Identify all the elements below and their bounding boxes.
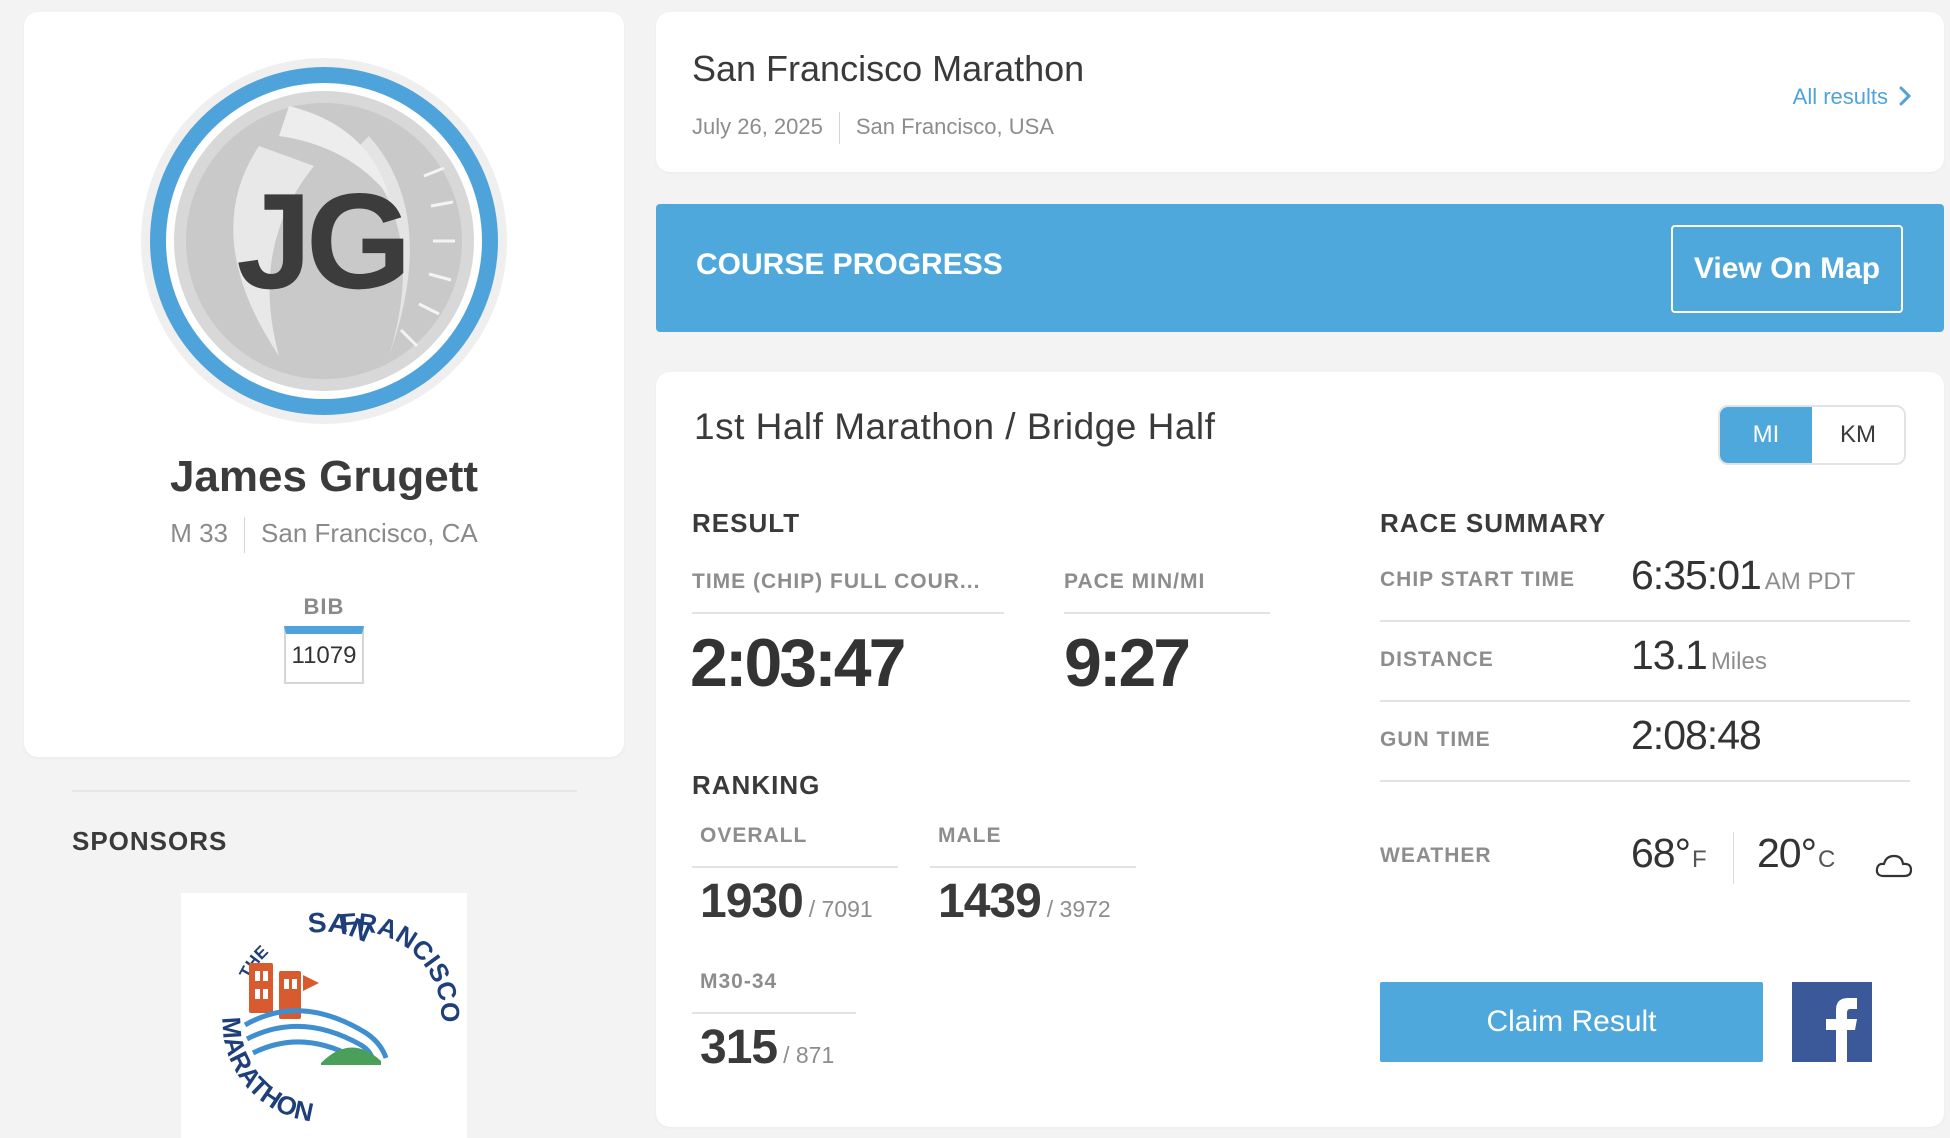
unit-mi-button[interactable]: MI: [1720, 407, 1812, 463]
claim-result-button[interactable]: Claim Result: [1380, 982, 1763, 1062]
gender-rank: 1439/ 3972: [938, 874, 1111, 929]
pace-value: 9:27: [1064, 625, 1191, 701]
all-results-link[interactable]: All results: [1793, 84, 1888, 110]
athlete-profile-card: JG James Grugett M 33 San Francisco, CA B…: [24, 12, 624, 757]
athlete-gender-age: M 33: [170, 517, 229, 548]
age-group-rank-label: M30-34: [692, 970, 856, 1014]
event-header-card: San Francisco Marathon July 26, 2025 San …: [656, 12, 1944, 172]
gun-time-label: GUN TIME: [1380, 728, 1491, 751]
unit-km-button[interactable]: KM: [1812, 407, 1904, 463]
age-group-rank-total: / 871: [783, 1042, 835, 1068]
chevron-right-icon[interactable]: [1894, 85, 1916, 107]
gender-rank-total: / 3972: [1046, 896, 1111, 922]
meta-separator: [244, 517, 246, 553]
age-group-rank-value: 315: [700, 1021, 778, 1074]
chip-start-row: CHIP START TIME 6:35:01 AM PDT: [1380, 542, 1910, 622]
avatar: JG: [141, 58, 507, 424]
overall-rank-value: 1930: [700, 875, 804, 928]
chip-start-value: 6:35:01 AM PDT: [1631, 552, 1855, 599]
temp-c-value: 20°: [1757, 830, 1817, 876]
facebook-icon[interactable]: [1792, 982, 1872, 1062]
overall-rank: 1930/ 7091: [700, 874, 873, 929]
temperature-celsius: 20°C: [1757, 830, 1835, 877]
race-summary-title: RACE SUMMARY: [1380, 508, 1607, 538]
view-on-map-button[interactable]: View On Map: [1671, 225, 1903, 313]
avatar-initials: JG: [236, 165, 405, 317]
distance-number: 13.1: [1631, 632, 1708, 678]
bib-label: BIB: [303, 594, 345, 619]
event-location: San Francisco, USA: [855, 113, 1054, 139]
gun-time-row: GUN TIME 2:08:48: [1380, 702, 1910, 782]
athlete-meta: M 33 San Francisco, CA: [24, 517, 624, 553]
chip-start-time: 6:35:01: [1631, 552, 1762, 598]
temp-c-unit: C: [1818, 846, 1835, 873]
distance-unit: Miles: [1710, 648, 1767, 675]
ranking-title: RANKING: [692, 770, 821, 800]
course-progress-bar: COURSE PROGRESS View On Map: [656, 204, 1944, 332]
distance-row: DISTANCE 13.1 Miles: [1380, 622, 1910, 702]
overall-rank-label: OVERALL: [692, 824, 898, 868]
temp-f-value: 68°: [1631, 830, 1691, 876]
athlete-location: San Francisco, CA: [261, 517, 478, 548]
temperature-fahrenheit: 68°F: [1631, 830, 1707, 877]
weather-separator: [1733, 832, 1734, 884]
meta-separator: [838, 112, 840, 144]
weather-label: WEATHER: [1380, 844, 1492, 867]
sponsor-logo-san-francisco-marathon[interactable]: THE SAN FRANCISCO MARATHON: [181, 893, 467, 1138]
unit-toggle: MI KM: [1718, 405, 1906, 465]
cloud-icon: [1875, 854, 1913, 878]
gender-rank-label: MALE: [930, 824, 1136, 868]
event-title: San Francisco Marathon: [692, 48, 1085, 89]
chip-time-value: 2:03:47: [690, 625, 906, 701]
weather-row: WEATHER 68°F 20°C: [1380, 808, 1913, 888]
chip-start-label: CHIP START TIME: [1380, 568, 1576, 591]
bib-number: 11079: [284, 626, 364, 684]
course-progress-title: COURSE PROGRESS: [696, 248, 1003, 281]
event-date: July 26, 2025: [692, 113, 823, 139]
chip-start-unit: AM PDT: [1764, 568, 1856, 595]
distance-label: DISTANCE: [1380, 648, 1494, 671]
chip-time-label: TIME (CHIP) FULL COUR...: [692, 570, 1004, 614]
distance-value: 13.1 Miles: [1631, 632, 1767, 679]
overall-rank-total: / 7091: [808, 896, 873, 922]
result-title: RESULT: [692, 508, 801, 538]
temp-f-unit: F: [1692, 846, 1707, 873]
athlete-name: James Grugett: [169, 452, 479, 501]
gender-rank-value: 1439: [938, 875, 1042, 928]
race-name: 1st Half Marathon / Bridge Half: [694, 406, 1216, 447]
race-results-card: 1st Half Marathon / Bridge Half MI KM RE…: [656, 372, 1944, 1127]
event-meta: July 26, 2025 San Francisco, USA: [692, 112, 1054, 144]
sponsor-divider: [72, 790, 577, 792]
age-group-rank: 315/ 871: [700, 1020, 834, 1075]
pace-label: PACE MIN/MI: [1064, 570, 1270, 614]
sponsors-title: SPONSORS: [72, 826, 228, 856]
gun-time-value: 2:08:48: [1631, 712, 1762, 758]
